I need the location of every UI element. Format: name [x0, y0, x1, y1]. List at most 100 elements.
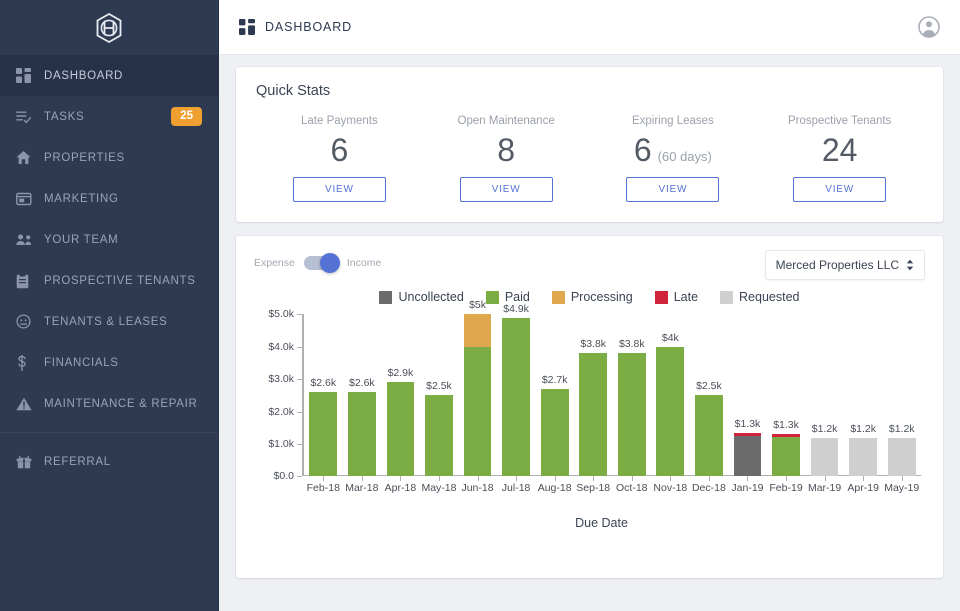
view-button[interactable]: VIEW — [459, 177, 553, 203]
view-button[interactable]: VIEW — [292, 177, 386, 203]
stat-value: 8 — [497, 132, 516, 168]
bar-column[interactable]: $1.2k — [882, 314, 921, 477]
bar-column[interactable]: $5k — [458, 299, 497, 477]
bar-stack — [849, 437, 878, 477]
bar-total-label: $1.2k — [888, 422, 915, 435]
x-tick-label: Jan-19 — [728, 476, 767, 494]
bar-column[interactable]: $3.8k — [574, 314, 613, 477]
bar-column[interactable]: $4k — [651, 314, 690, 477]
main-area: DASHBOARD Quick Stats Late Payments 6 VI… — [219, 0, 960, 611]
x-tick-label: Apr-19 — [844, 476, 883, 494]
bar-column[interactable]: $2.9k — [381, 314, 420, 477]
chart-plot: $0.0 $1.0k $2.0k $3.0k $4.0k $5.0k $2.6k $2.6k… — [254, 299, 925, 494]
bar-column[interactable]: $1.2k — [805, 314, 844, 477]
card-window-icon — [16, 192, 38, 206]
view-button[interactable]: VIEW — [626, 177, 720, 203]
dollar-sign-icon — [16, 354, 38, 371]
tasks-checklist-icon — [16, 109, 38, 124]
bar-segment-requested — [810, 437, 839, 477]
sidebar-item-dashboard[interactable]: DASHBOARD — [0, 55, 218, 96]
sidebar-item-properties[interactable]: PROPERTIES — [0, 137, 218, 178]
bar-segment-paid — [386, 382, 415, 477]
dashboard-grid-icon — [239, 19, 255, 35]
people-group-icon — [16, 233, 38, 246]
sidebar-item-your-team[interactable]: YOUR TEAM — [0, 219, 218, 260]
stat-label: Open Maintenance — [457, 115, 555, 127]
bar-column[interactable]: $2.5k — [690, 314, 729, 477]
sidebar-divider — [0, 432, 218, 433]
legend-label: Requested — [739, 290, 800, 305]
legend-item-processing[interactable]: Processing — [551, 290, 633, 304]
bar-column[interactable]: $2.6k — [343, 314, 382, 477]
sidebar-item-marketing[interactable]: MARKETING — [0, 178, 218, 219]
x-tick-label: Apr-18 — [381, 476, 420, 494]
bar-column[interactable]: $2.7k — [535, 314, 574, 477]
sidebar-nav: DASHBOARD TASKS 25 PROPERTIES MARKETING … — [0, 55, 218, 482]
y-tick-label: $5.0k — [268, 308, 294, 321]
app-logo[interactable] — [0, 0, 218, 55]
legend-item-requested[interactable]: Requested — [720, 290, 800, 305]
sidebar-item-label: YOUR TEAM — [44, 233, 119, 246]
bar-segment-paid — [579, 353, 608, 477]
quick-stats-card: Quick Stats Late Payments 6 VIEW Open Ma… — [236, 67, 943, 223]
select-updown-caret-icon — [906, 259, 914, 271]
bar-total-label: $2.6k — [310, 377, 337, 390]
sidebar-item-prospective-tenants[interactable]: PROSPECTIVE TENANTS — [0, 260, 218, 301]
legend-item-uncollected[interactable]: Uncollected — [379, 290, 464, 304]
legend-swatch-icon — [551, 290, 565, 304]
y-tick-label: $0.0 — [273, 470, 294, 483]
bar-column[interactable]: $3.8k — [613, 314, 652, 477]
clipboard-icon — [16, 272, 38, 289]
view-button[interactable]: VIEW — [793, 177, 887, 203]
stat-sub-label: (60 days) — [657, 149, 712, 164]
legend-swatch-icon — [654, 290, 668, 304]
bar-total-label: $2.9k — [387, 367, 414, 380]
y-tick-label: $2.0k — [268, 405, 294, 418]
x-tick-mark — [863, 476, 865, 482]
stat-value-row: 6 (60 days) — [634, 131, 712, 169]
stat-label: Late Payments — [301, 115, 378, 127]
bar-segment-requested — [849, 437, 878, 477]
bar-stack — [502, 317, 530, 477]
legend-item-late[interactable]: Late — [654, 290, 698, 304]
sidebar-item-label: PROSPECTIVE TENANTS — [44, 274, 196, 287]
sidebar-item-label: DASHBOARD — [44, 69, 124, 82]
bar-column[interactable]: $1.3k — [728, 314, 767, 477]
toggle-label-expense: Expense — [254, 257, 295, 270]
stat-late-payments: Late Payments 6 VIEW — [256, 115, 423, 203]
bar-column[interactable]: $2.6k — [304, 314, 343, 477]
x-tick-mark — [747, 476, 749, 482]
sidebar-item-tenants-leases[interactable]: TENANTS & LEASES — [0, 301, 218, 342]
bar-stack — [463, 314, 492, 477]
toggle-label-income: Income — [346, 257, 382, 270]
sidebar-item-maintenance-repair[interactable]: MAINTENANCE & REPAIR — [0, 383, 218, 424]
sidebar-item-referral[interactable]: REFERRAL — [0, 441, 218, 482]
tasks-count-badge: 25 — [171, 107, 202, 126]
bar-column[interactable]: $1.3k — [767, 314, 806, 477]
sidebar-item-financials[interactable]: FINANCIALS — [0, 342, 218, 383]
expense-income-toggle[interactable]: Expense Income — [254, 253, 382, 274]
x-tick-label: Dec-18 — [690, 476, 729, 494]
bar-segment-processing — [463, 314, 492, 347]
home-icon — [16, 150, 38, 165]
sidebar-item-label: MARKETING — [44, 192, 119, 205]
toggle-switch[interactable] — [303, 253, 340, 274]
bar-column[interactable]: $1.2k — [844, 314, 883, 477]
x-tick-label: Mar-19 — [805, 476, 844, 494]
user-account-icon[interactable] — [918, 16, 940, 38]
x-tick-label: Jun-18 — [458, 476, 497, 494]
x-tick-mark — [477, 476, 479, 482]
x-tick-mark — [361, 476, 363, 482]
y-tick-label: $4.0k — [268, 340, 294, 353]
property-select[interactable]: Merced Properties LLC — [764, 250, 925, 281]
bar-column[interactable]: $2.5k — [420, 314, 459, 477]
sidebar-item-tasks[interactable]: TASKS 25 — [0, 96, 218, 137]
hexagon-h-logo-icon — [96, 12, 122, 43]
bar-column[interactable]: $4.9k — [497, 303, 536, 477]
x-tick-mark — [670, 476, 672, 482]
sidebar: DASHBOARD TASKS 25 PROPERTIES MARKETING … — [0, 0, 219, 611]
bar-segment-paid — [695, 395, 723, 477]
sidebar-item-label: TASKS — [44, 110, 85, 123]
y-tick-label: $1.0k — [268, 437, 294, 450]
chart-y-axis: $0.0 $1.0k $2.0k $3.0k $4.0k $5.0k — [254, 308, 302, 482]
